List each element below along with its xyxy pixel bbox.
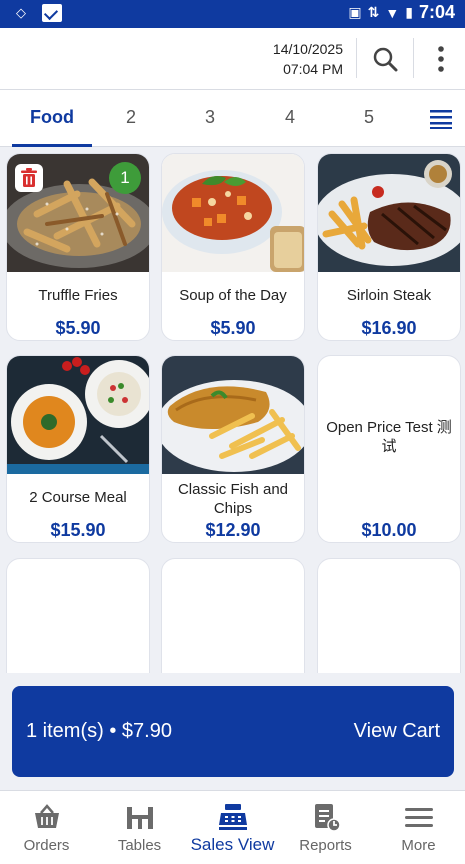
report-icon xyxy=(315,804,341,832)
basket-icon xyxy=(35,804,59,828)
notification-icon: ◇ xyxy=(16,5,26,20)
product-card[interactable]: Sirloin Steak $16.90 xyxy=(317,153,461,341)
product-name: Sirloin Steak xyxy=(346,287,432,304)
product-name: Classic Fish and Chips xyxy=(177,481,289,517)
data-arrows-icon: ⇅ xyxy=(367,4,380,20)
overflow-menu-button[interactable] xyxy=(422,40,460,78)
category-list-button[interactable] xyxy=(428,106,454,130)
more-vert-icon xyxy=(438,46,444,72)
status-bar: ◇ ▣ ⇅ ▼ ▮ 7:04 xyxy=(0,0,465,28)
tab-2[interactable]: 2 xyxy=(91,90,171,147)
nav-reports[interactable]: Reports xyxy=(279,791,372,864)
product-price: $15.90 xyxy=(50,520,106,540)
nav-label: Orders xyxy=(23,837,70,854)
product-price: $10.00 xyxy=(361,520,417,540)
product-card[interactable]: Soup of the Day $5.90 xyxy=(161,153,305,341)
product-name: Soup of the Day xyxy=(179,287,287,304)
product-price: $5.90 xyxy=(55,318,101,338)
tab-4[interactable]: 4 xyxy=(250,90,330,147)
product-card[interactable]: 2 Course Meal $15.90 xyxy=(6,355,150,543)
bottom-navigation: Orders Tables Sales View Reports More xyxy=(0,790,465,864)
product-name: Open Price Test 测试 xyxy=(326,419,452,455)
product-image-meal xyxy=(7,356,149,474)
wifi-icon: ▼ xyxy=(385,4,400,21)
product-card[interactable]: 1 Truffle Fries $5.90 xyxy=(6,153,150,341)
delete-item-button[interactable] xyxy=(15,164,43,192)
app-header: 14/10/2025 07:04 PM xyxy=(0,28,465,90)
category-tabs: Food 2 3 4 5 xyxy=(0,90,465,147)
product-grid: 1 Truffle Fries $5.90 Soup of the Day $5… xyxy=(0,147,465,673)
quantity-badge: 1 xyxy=(109,162,141,194)
nav-orders[interactable]: Orders xyxy=(0,791,93,864)
battery-icon: ▮ xyxy=(405,4,413,20)
task-done-icon xyxy=(42,4,62,22)
product-card[interactable]: Open Price Test 测试 $10.00 xyxy=(317,355,461,543)
product-price: $5.90 xyxy=(210,318,256,338)
nav-tables[interactable]: Tables xyxy=(93,791,186,864)
product-name: 2 Course Meal xyxy=(29,489,127,506)
search-button[interactable] xyxy=(366,40,404,78)
view-cart-bar[interactable]: 1 item(s) • $7.90 View Cart xyxy=(12,686,454,777)
cart-summary: 1 item(s) • $7.90 xyxy=(26,720,172,742)
product-image-fish-chips xyxy=(162,356,304,474)
register-icon xyxy=(219,804,247,830)
product-price: $12.90 xyxy=(205,520,261,540)
empty-product-slot xyxy=(6,558,150,673)
empty-product-slot xyxy=(161,558,305,673)
tables-icon xyxy=(127,807,153,829)
trash-icon xyxy=(21,168,37,187)
header-time: 07:04 PM xyxy=(283,61,343,77)
divider xyxy=(413,38,414,78)
tab-3[interactable]: 3 xyxy=(170,90,250,147)
nav-label: Reports xyxy=(299,837,352,854)
list-menu-icon xyxy=(430,110,452,129)
tab-food[interactable]: Food xyxy=(12,90,92,147)
tab-5[interactable]: 5 xyxy=(329,90,409,147)
nav-label: Sales View xyxy=(190,835,275,854)
product-image-soup xyxy=(162,154,304,272)
status-time: 7:04 xyxy=(418,2,455,22)
product-price: $16.90 xyxy=(361,318,417,338)
product-image-steak xyxy=(318,154,460,272)
nav-more[interactable]: More xyxy=(372,791,465,864)
nav-label: More xyxy=(401,837,436,854)
hamburger-icon xyxy=(405,808,433,827)
nav-label: Tables xyxy=(117,837,162,854)
divider xyxy=(356,38,357,78)
header-date: 14/10/2025 xyxy=(272,41,343,57)
search-icon xyxy=(373,47,398,72)
view-cart-button[interactable]: View Cart xyxy=(354,720,440,743)
empty-product-slot xyxy=(317,558,461,673)
product-name: Truffle Fries xyxy=(38,287,118,304)
cast-icon: ▣ xyxy=(348,4,362,20)
nav-sales-view[interactable]: Sales View xyxy=(186,791,279,864)
header-datetime: 14/10/2025 07:04 PM xyxy=(273,39,343,79)
product-card[interactable]: Classic Fish and Chips $12.90 xyxy=(161,355,305,543)
